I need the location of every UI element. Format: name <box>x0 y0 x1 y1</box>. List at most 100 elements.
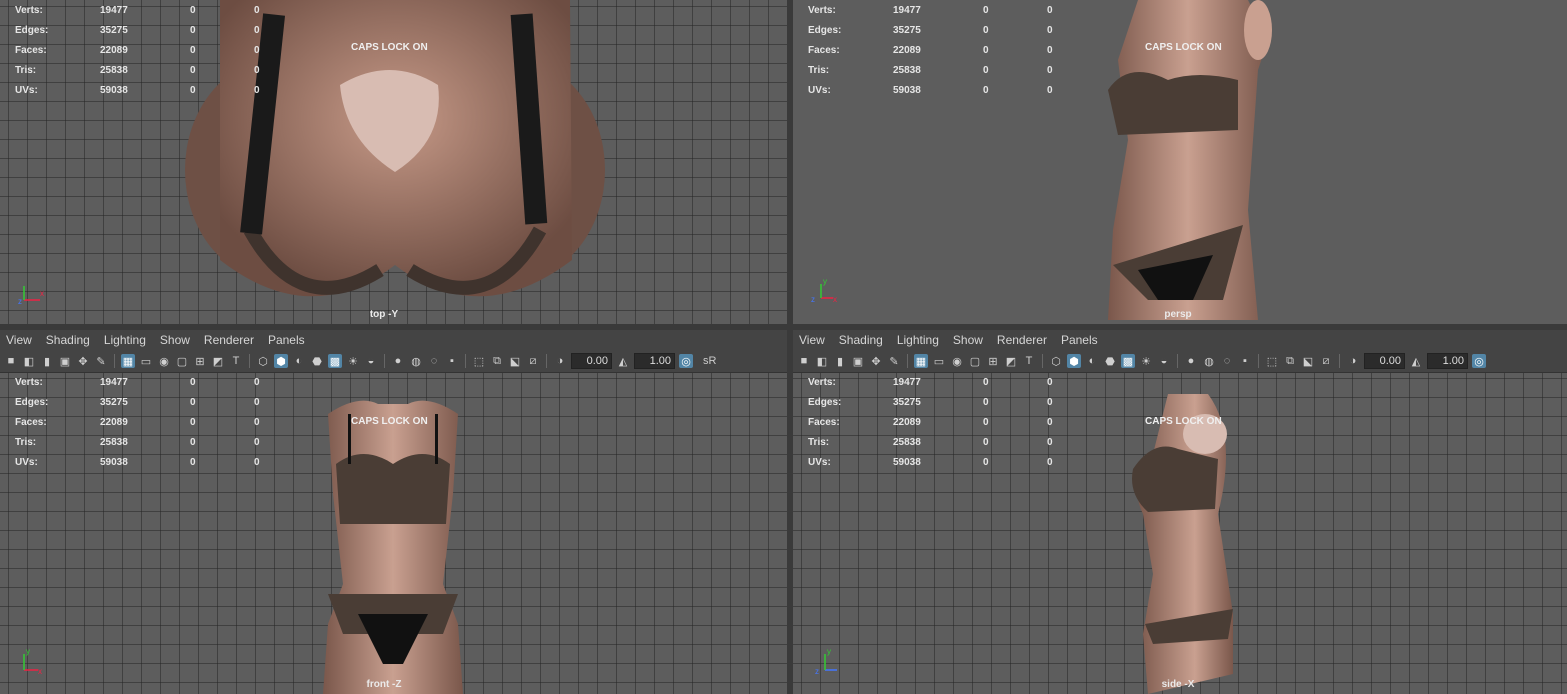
grid-icon[interactable]: ▦ <box>121 354 135 368</box>
toolbar-separator <box>249 354 250 368</box>
safe-action-icon[interactable]: ◩ <box>1004 354 1018 368</box>
gamma-field[interactable]: 1.00 <box>634 353 675 369</box>
default-material-icon[interactable]: ◐ <box>1085 354 1099 368</box>
hud-row: UVs: 59038 0 0 <box>15 456 260 468</box>
shadows-icon[interactable]: ◒ <box>364 354 378 368</box>
menu-panels[interactable]: Panels <box>268 333 305 347</box>
xray-joints-icon[interactable]: ⬕ <box>1301 354 1315 368</box>
hud-row: Edges: 35275 0 0 <box>15 396 260 408</box>
exposure-field[interactable]: 0.00 <box>1364 353 1405 369</box>
hud-row: Faces: 22089 0 0 <box>808 416 1053 428</box>
menu-lighting[interactable]: Lighting <box>897 333 939 347</box>
wireframe-icon[interactable]: ⬡ <box>256 354 270 368</box>
viewport-top[interactable]: Verts: 19477 0 0 Edges: 35275 0 0 Faces: 22089 0… <box>0 0 787 324</box>
hud-stats: Verts: 19477 0 0 Edges: 35275 0 0 Faces: 22089 0… <box>15 372 260 472</box>
exposure-field[interactable]: 0.00 <box>571 353 612 369</box>
xray-joints-icon[interactable]: ⬕ <box>508 354 522 368</box>
color-management-icon[interactable]: ◎ <box>679 354 693 368</box>
backface-icon[interactable]: ⧄ <box>1319 354 1333 368</box>
svg-text:x: x <box>38 667 42 676</box>
smooth-shade-icon[interactable]: ⬢ <box>274 354 288 368</box>
svg-text:y: y <box>827 647 831 656</box>
film-gate-icon[interactable]: ▭ <box>932 354 946 368</box>
model-side-view <box>1132 394 1233 694</box>
wireframe-icon[interactable]: ⬡ <box>1049 354 1063 368</box>
viewport-persp[interactable]: Verts: 19477 0 0 Edges: 35275 0 0 Faces: 22089 0… <box>793 0 1567 324</box>
pan-zoom-icon[interactable]: ✥ <box>869 354 883 368</box>
antialias-icon[interactable]: ◌ <box>427 354 441 368</box>
lights-icon[interactable]: ☀ <box>346 354 360 368</box>
wireframe-on-shaded-icon[interactable]: ⬣ <box>310 354 324 368</box>
field-chart-icon[interactable]: ⊞ <box>986 354 1000 368</box>
ambient-occlusion-icon[interactable]: ● <box>391 354 405 368</box>
grease-pencil-icon[interactable]: ✎ <box>94 354 108 368</box>
depth-of-field-icon[interactable]: ▪ <box>445 354 459 368</box>
viewport-side[interactable]: View Shading Lighting Show Renderer Pane… <box>793 330 1567 694</box>
gate-mask-icon[interactable]: ▢ <box>968 354 982 368</box>
menu-show[interactable]: Show <box>160 333 190 347</box>
textured-icon[interactable]: ▩ <box>328 354 342 368</box>
resolution-gate-icon[interactable]: ◉ <box>157 354 171 368</box>
gamma-icon: ◭ <box>618 355 628 368</box>
field-chart-icon[interactable]: ⊞ <box>193 354 207 368</box>
image-plane-icon[interactable]: ▣ <box>851 354 865 368</box>
smooth-shade-icon[interactable]: ⬢ <box>1067 354 1081 368</box>
image-plane-icon[interactable]: ▣ <box>58 354 72 368</box>
grid-icon[interactable]: ▦ <box>914 354 928 368</box>
toolbar-separator <box>114 354 115 368</box>
wireframe-on-shaded-icon[interactable]: ⬣ <box>1103 354 1117 368</box>
view-transform-label[interactable]: sR <box>703 355 716 367</box>
menu-renderer[interactable]: Renderer <box>997 333 1047 347</box>
hud-row: Faces: 22089 0 0 <box>15 44 260 56</box>
default-material-icon[interactable]: ◐ <box>292 354 306 368</box>
grease-pencil-icon[interactable]: ✎ <box>887 354 901 368</box>
menu-view[interactable]: View <box>799 333 825 347</box>
menu-shading[interactable]: Shading <box>839 333 883 347</box>
safe-title-icon[interactable]: T <box>1022 354 1036 368</box>
panel-toolbar: ■ ◧ ▮ ▣ ✥ ✎ ▦ ▭ ◉ ▢ ⊞ ◩ T ⬡ ⬢ ◐ ⬣ ▩ ☀ ◒ … <box>793 350 1567 373</box>
menu-show[interactable]: Show <box>953 333 983 347</box>
depth-of-field-icon[interactable]: ▪ <box>1238 354 1252 368</box>
bookmark-icon[interactable]: ▮ <box>833 354 847 368</box>
menu-panels[interactable]: Panels <box>1061 333 1098 347</box>
camera-attributes-icon[interactable]: ◧ <box>815 354 829 368</box>
lights-icon[interactable]: ☀ <box>1139 354 1153 368</box>
motion-blur-icon[interactable]: ◍ <box>1202 354 1216 368</box>
film-gate-icon[interactable]: ▭ <box>139 354 153 368</box>
viewport-front[interactable]: View Shading Lighting Show Renderer Pane… <box>0 330 787 694</box>
exposure-icon: ◑ <box>1349 355 1357 367</box>
xray-icon[interactable]: ⧉ <box>1283 354 1297 368</box>
shadows-icon[interactable]: ◒ <box>1157 354 1171 368</box>
safe-action-icon[interactable]: ◩ <box>211 354 225 368</box>
svg-text:y: y <box>823 277 827 286</box>
gamma-field[interactable]: 1.00 <box>1427 353 1468 369</box>
svg-text:z: z <box>815 667 819 676</box>
camera-icon[interactable]: ■ <box>4 354 18 368</box>
camera-attributes-icon[interactable]: ◧ <box>22 354 36 368</box>
menu-shading[interactable]: Shading <box>46 333 90 347</box>
hud-row: UVs: 59038 0 0 <box>808 456 1053 468</box>
hud-row: Edges: 35275 0 0 <box>808 24 1053 36</box>
motion-blur-icon[interactable]: ◍ <box>409 354 423 368</box>
hud-row: Faces: 22089 0 0 <box>808 44 1053 56</box>
menu-lighting[interactable]: Lighting <box>104 333 146 347</box>
hud-stats: Verts: 19477 0 0 Edges: 35275 0 0 Faces: 22089 0… <box>808 372 1053 472</box>
pan-zoom-icon[interactable]: ✥ <box>76 354 90 368</box>
isolate-select-icon[interactable]: ⬚ <box>1265 354 1279 368</box>
resolution-gate-icon[interactable]: ◉ <box>950 354 964 368</box>
camera-icon[interactable]: ■ <box>797 354 811 368</box>
backface-icon[interactable]: ⧄ <box>526 354 540 368</box>
gate-mask-icon[interactable]: ▢ <box>175 354 189 368</box>
isolate-select-icon[interactable]: ⬚ <box>472 354 486 368</box>
hud-stats: Verts: 19477 0 0 Edges: 35275 0 0 Faces: 22089 0… <box>808 0 1053 100</box>
color-management-icon[interactable]: ◎ <box>1472 354 1486 368</box>
ambient-occlusion-icon[interactable]: ● <box>1184 354 1198 368</box>
textured-icon[interactable]: ▩ <box>1121 354 1135 368</box>
xray-icon[interactable]: ⧉ <box>490 354 504 368</box>
antialias-icon[interactable]: ◌ <box>1220 354 1234 368</box>
menu-renderer[interactable]: Renderer <box>204 333 254 347</box>
bookmark-icon[interactable]: ▮ <box>40 354 54 368</box>
safe-title-icon[interactable]: T <box>229 354 243 368</box>
hud-row: Tris: 25838 0 0 <box>808 436 1053 448</box>
menu-view[interactable]: View <box>6 333 32 347</box>
